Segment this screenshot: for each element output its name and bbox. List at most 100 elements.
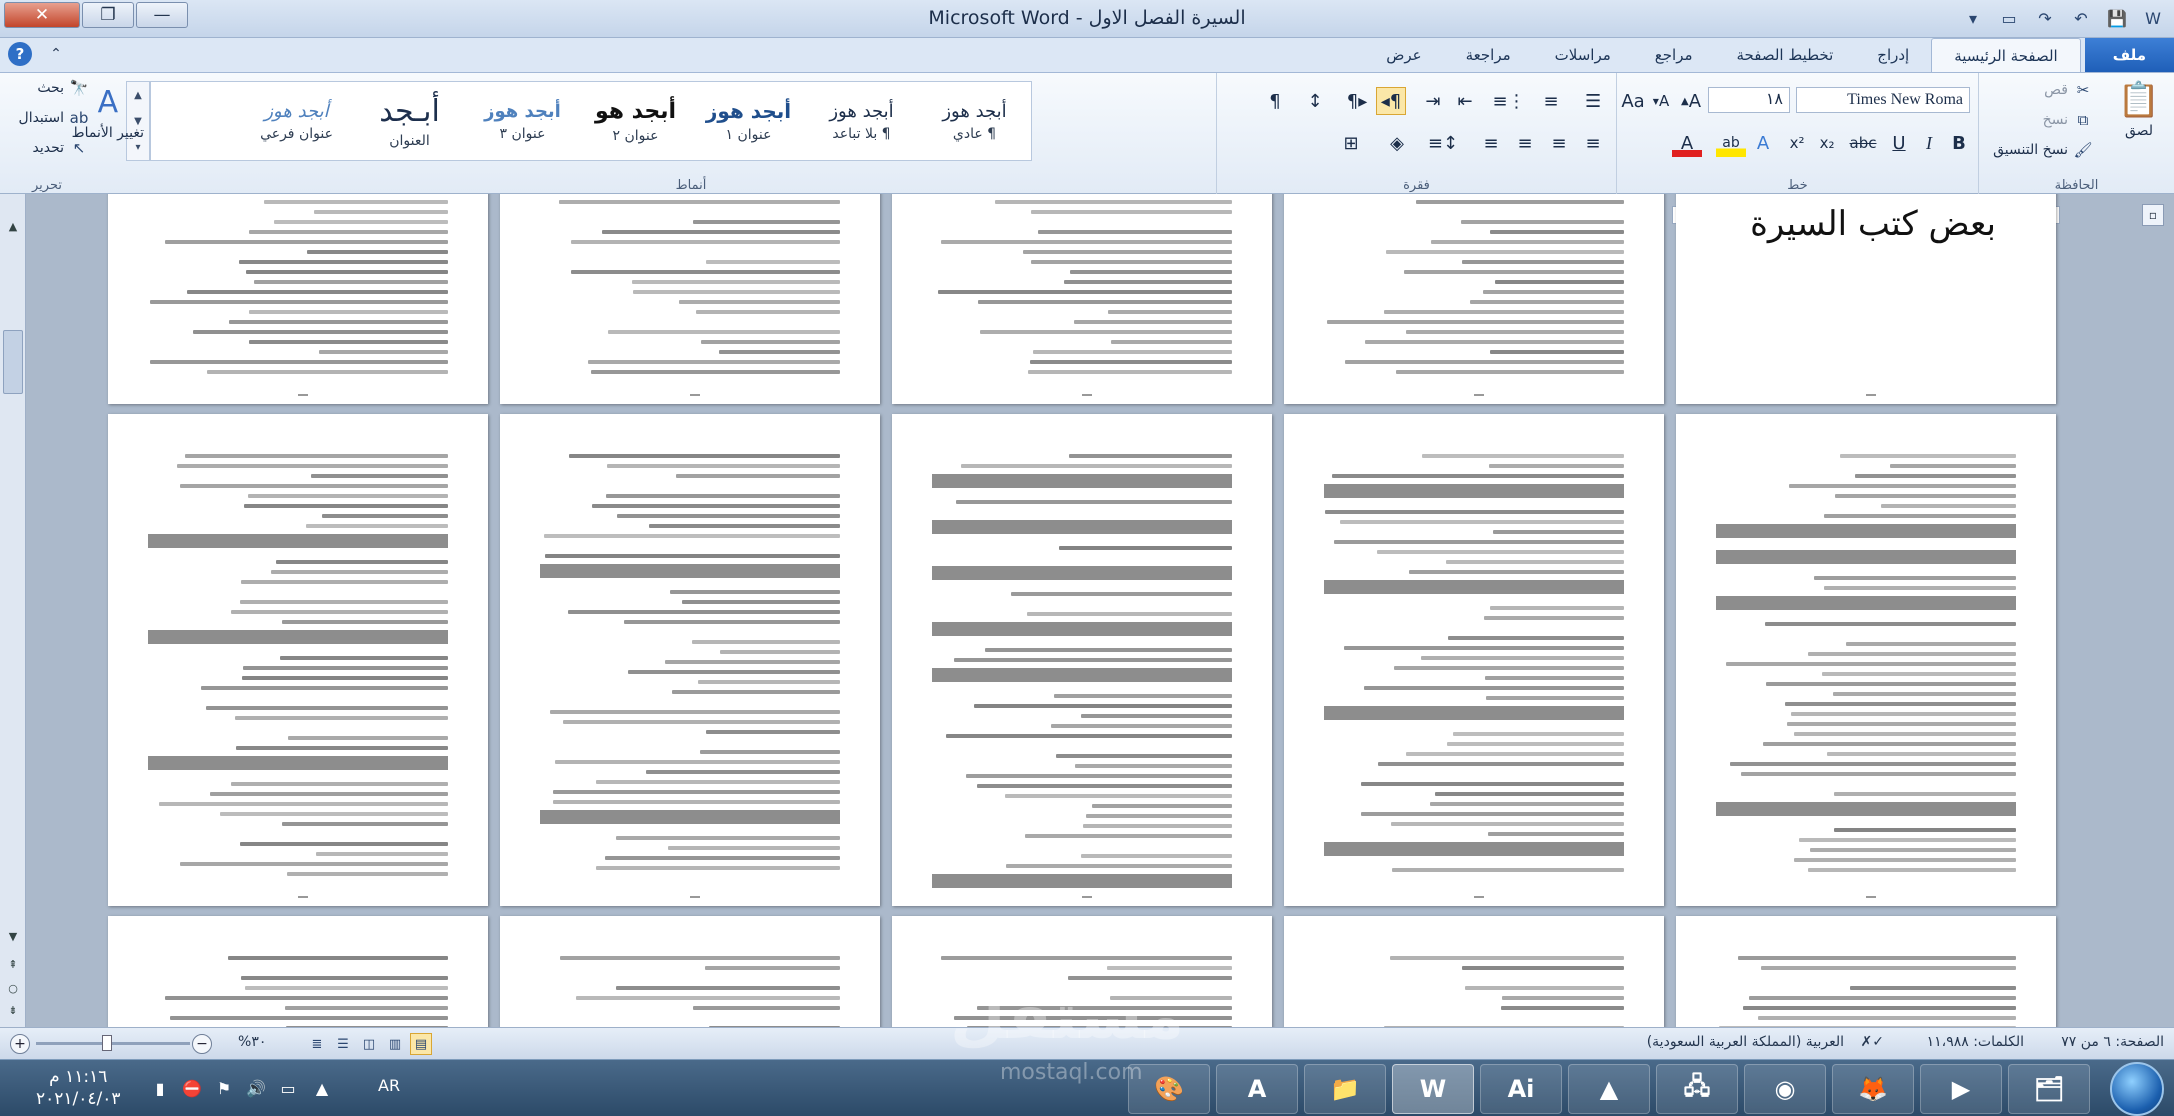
highlight-icon[interactable]: ab	[1716, 129, 1746, 157]
start-button[interactable]	[2110, 1062, 2164, 1116]
strikethrough-icon[interactable]: abc	[1848, 129, 1878, 157]
clock[interactable]: ١١:١٦ م ٢٠٢١/٠٤/٠٣	[36, 1066, 121, 1110]
borders-icon[interactable]: ⊞	[1336, 129, 1366, 157]
save-icon[interactable]: 💾	[2104, 5, 2130, 31]
style-title[interactable]: أبـجد العنوان	[353, 82, 466, 160]
format-painter-button[interactable]: 🖌 نسخ التنسيق	[1993, 139, 2094, 161]
tab-insert[interactable]: إدراج	[1855, 38, 1931, 72]
document-page[interactable]	[108, 916, 488, 1027]
web-layout-view-icon[interactable]: ◫	[358, 1033, 380, 1055]
taskbar-file-explorer-icon[interactable]: 🗂	[2008, 1064, 2090, 1114]
new-document-icon[interactable]: ▭	[1996, 5, 2022, 31]
italic-icon[interactable]: I	[1914, 129, 1944, 157]
taskbar-folder-icon[interactable]: 📁	[1304, 1064, 1386, 1114]
document-page[interactable]	[500, 916, 880, 1027]
sort-icon[interactable]: ↕	[1300, 87, 1330, 115]
document-page[interactable]	[108, 194, 488, 404]
font-color-icon[interactable]: A	[1672, 129, 1702, 157]
zoom-in-button[interactable]: +	[10, 1034, 30, 1054]
tab-home[interactable]: الصفحة الرئيسية	[1931, 38, 2081, 72]
grow-font-icon[interactable]: A ▲	[1676, 87, 1706, 115]
style-heading-3[interactable]: أبجد هوز عنوان ٣	[466, 82, 579, 160]
customize-qat-icon[interactable]: ▾	[1960, 5, 1986, 31]
paste-button[interactable]: 📋 لصق	[2114, 77, 2164, 139]
page-count[interactable]: الصفحة: ٦ من ٧٧	[2061, 1034, 2164, 1050]
increase-indent-icon[interactable]: ⇥	[1418, 87, 1448, 115]
taskbar-illustrator-icon[interactable]: Ai	[1480, 1064, 1562, 1114]
outline-view-icon[interactable]: ☰	[332, 1033, 354, 1055]
superscript-icon[interactable]: x²	[1782, 129, 1812, 157]
zoom-slider-knob[interactable]	[102, 1035, 112, 1051]
show-marks-icon[interactable]: ¶	[1260, 87, 1290, 115]
language-indicator[interactable]: العربية (المملكة العربية السعودية)	[1647, 1034, 1844, 1050]
font-size-combo[interactable]: ١٨	[1708, 87, 1790, 113]
zoom-level[interactable]: ٣٠%	[238, 1034, 266, 1050]
document-page[interactable]	[1676, 414, 2056, 906]
network-off-icon[interactable]: ⛔	[180, 1076, 204, 1100]
document-page[interactable]	[500, 194, 880, 404]
document-page[interactable]	[108, 414, 488, 906]
document-page[interactable]: بعض كتب السيرة	[1676, 194, 2056, 404]
style-heading-2[interactable]: أبجد هو عنوان ٢	[579, 82, 692, 160]
style-normal[interactable]: أبجد هوز ¶ عادي	[918, 82, 1031, 160]
align-right-icon[interactable]: ≡	[1578, 129, 1608, 157]
undo-icon[interactable]: ↶	[2068, 5, 2094, 31]
bold-icon[interactable]: B	[1944, 129, 1974, 157]
font-name-combo[interactable]: Times New Roma	[1796, 87, 1970, 113]
next-page-icon[interactable]: ⇟	[3, 1000, 23, 1020]
document-page[interactable]	[1284, 916, 1664, 1027]
numbering-icon[interactable]: ≡	[1536, 87, 1566, 115]
previous-page-icon[interactable]: ⇞	[3, 954, 23, 974]
tab-view[interactable]: عرض	[1364, 38, 1443, 72]
tab-references[interactable]: مراجع	[1633, 38, 1715, 72]
subscript-icon[interactable]: x₂	[1812, 129, 1842, 157]
proofing-icon[interactable]: ✓✗	[1861, 1034, 1884, 1050]
document-page[interactable]	[1284, 194, 1664, 404]
line-spacing-icon[interactable]: ↕≡	[1428, 129, 1458, 157]
select-button[interactable]: ↖ تحديد	[32, 137, 90, 159]
help-icon[interactable]: ?	[8, 42, 32, 66]
cut-button[interactable]: ✂ قص	[2044, 79, 2094, 101]
shrink-font-icon[interactable]: A ▼	[1646, 87, 1676, 115]
align-center-icon[interactable]: ≡	[1510, 129, 1540, 157]
volume-icon[interactable]: 🔊	[244, 1076, 268, 1100]
taskbar-network-icon[interactable]: 🖧	[1656, 1064, 1738, 1114]
align-left-icon[interactable]: ≡	[1476, 129, 1506, 157]
redo-icon[interactable]: ↷	[2032, 5, 2058, 31]
tab-page-layout[interactable]: تخطيط الصفحة	[1715, 38, 1856, 72]
text-effects-icon[interactable]: A	[1748, 129, 1778, 157]
keyboard-language[interactable]: AR	[378, 1076, 400, 1095]
replace-button[interactable]: ab استبدال	[19, 107, 90, 129]
zoom-slider[interactable]	[36, 1035, 190, 1051]
document-page[interactable]	[500, 414, 880, 906]
tab-mailings[interactable]: مراسلات	[1533, 38, 1633, 72]
print-layout-view-icon[interactable]: ▤	[410, 1033, 432, 1055]
action-center-icon[interactable]: ⚑	[212, 1076, 236, 1100]
document-page[interactable]	[892, 194, 1272, 404]
vertical-scrollbar[interactable]: ▲ ▼ ⇞ ○ ⇟	[0, 194, 26, 1027]
document-page[interactable]	[1284, 414, 1664, 906]
document-page[interactable]	[892, 414, 1272, 906]
scrollbar-thumb[interactable]	[3, 330, 23, 394]
full-screen-view-icon[interactable]: ▥	[384, 1033, 406, 1055]
battery-icon[interactable]: ▭	[276, 1076, 300, 1100]
ruler-toggle-icon[interactable]: ▫	[2142, 204, 2164, 226]
document-page[interactable]	[1676, 916, 2056, 1027]
word-logo-icon[interactable]: W	[2140, 5, 2166, 31]
find-button[interactable]: 🔭 بحث	[37, 77, 90, 99]
taskbar-chrome-icon[interactable]: ◉	[1744, 1064, 1826, 1114]
scroll-down-icon[interactable]: ▼	[3, 926, 23, 946]
style-subtitle[interactable]: أبجد هوز عنوان فرعي	[240, 82, 353, 160]
shading-icon[interactable]: ◈	[1382, 129, 1412, 157]
copy-button[interactable]: ⧉ نسخ	[2043, 109, 2094, 131]
taskbar-word-icon[interactable]: W	[1392, 1064, 1474, 1114]
style-no-spacing[interactable]: أبجد هوز ¶ بلا تباعد	[805, 82, 918, 160]
show-hidden-icons-icon[interactable]: ▲	[310, 1076, 334, 1100]
draft-view-icon[interactable]: ≣	[306, 1033, 328, 1055]
multilevel-list-icon[interactable]: ⋮≡	[1492, 87, 1525, 115]
justify-icon[interactable]: ≡	[1544, 129, 1574, 157]
more-styles-icon[interactable]: ▾	[135, 142, 140, 153]
decrease-indent-icon[interactable]: ⇤	[1450, 87, 1480, 115]
style-heading-1[interactable]: أبجد هوز عنوان ١	[692, 82, 805, 160]
taskbar-firefox-icon[interactable]: 🦊	[1832, 1064, 1914, 1114]
